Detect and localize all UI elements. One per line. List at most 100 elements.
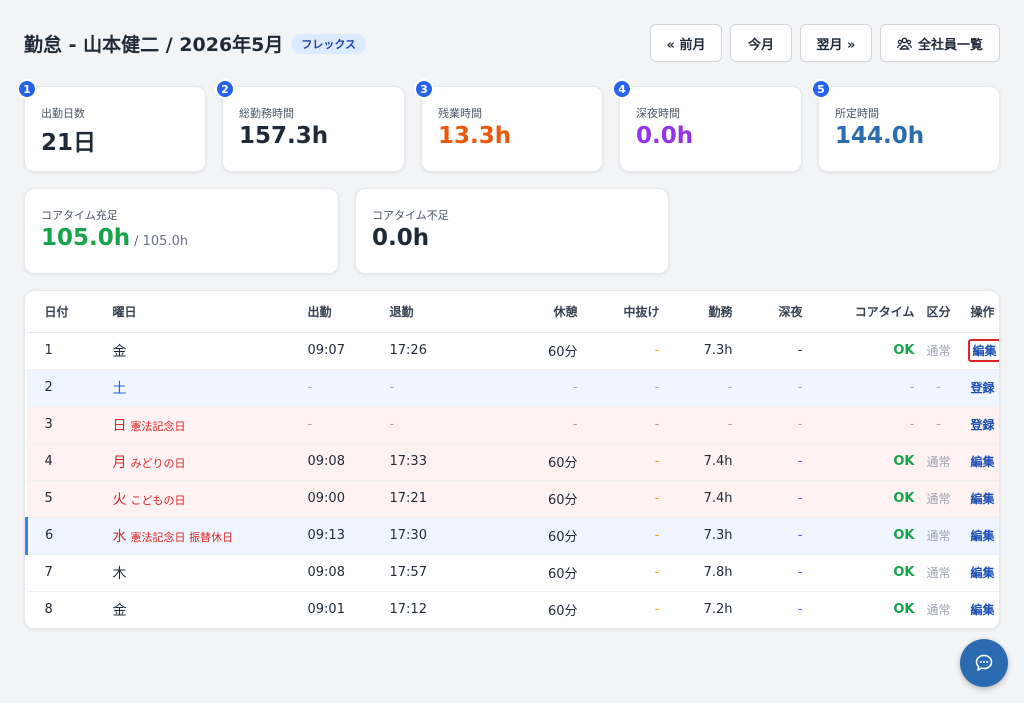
cell-away: -: [577, 480, 660, 518]
cell-break: 60分: [471, 554, 578, 592]
core-met-required: / 105.0h: [134, 234, 189, 249]
cell-dow: 月みどりの日: [112, 443, 308, 481]
dow-text: 金: [112, 602, 127, 619]
core-short-value: 0.0h: [372, 225, 430, 251]
col-action: 操作: [962, 291, 999, 333]
cell-out: 17:33: [389, 443, 472, 481]
page-header: 勤怠 - 山本健二 / 2026年5月 フレックス « 前月 今月 翌月 » 全社…: [24, 24, 1000, 62]
cell-dow: 土: [112, 369, 308, 407]
dow-text: 木: [112, 565, 127, 582]
table-row: 4 月みどりの日 09:08 17:33 60分 - 7.4h - OK 通常 …: [26, 443, 999, 481]
next-month-button[interactable]: 翌月 »: [799, 24, 872, 62]
col-core: コアタイム: [802, 291, 915, 333]
col-kubun: 区分: [914, 291, 963, 333]
cell-work: 7.4h: [659, 443, 733, 481]
cell-work: 7.8h: [659, 554, 733, 592]
cell-work: 7.4h: [659, 480, 733, 518]
edit-button[interactable]: 編集: [968, 339, 999, 362]
holiday-name: みどりの日: [130, 456, 186, 470]
edit-button[interactable]: 編集: [970, 455, 994, 469]
holiday-name: 憲法記念日 振替休日: [130, 530, 234, 544]
table-row: 5 火こどもの日 09:00 17:21 60分 - 7.4h - OK 通常 …: [26, 480, 999, 518]
cell-away: -: [577, 517, 660, 555]
cell-date: 2: [26, 369, 113, 407]
cell-in: 09:01: [307, 602, 345, 618]
cell-kubun: -: [914, 369, 963, 407]
col-away: 中抜け: [577, 291, 660, 333]
summary-card-overtime: 3 残業時間 13.3h: [414, 79, 603, 172]
summary-value: 0.0h: [636, 123, 694, 149]
cell-dow: 日憲法記念日: [112, 406, 308, 444]
summary-value: 21日: [41, 130, 97, 156]
cell-work: 7.2h: [703, 602, 733, 618]
cell-break: -: [471, 369, 578, 407]
cell-date: 5: [26, 480, 113, 518]
summary-value: 13.3h: [438, 123, 512, 149]
table-header-row: 日付 曜日 出勤 退勤 休憩 中抜け 勤務 深夜 コアタイム 区分 操作: [26, 291, 999, 333]
cell-kubun: -: [914, 406, 963, 444]
cell-dow: 金: [112, 332, 308, 370]
cell-out: 17:21: [389, 480, 472, 518]
core-short-label: コアタイム不足: [372, 209, 449, 222]
flex-badge: フレックス: [291, 34, 367, 54]
cell-core: -: [802, 369, 915, 407]
cell-break: 60分: [471, 332, 578, 370]
summary-num-badge: 4: [612, 79, 632, 99]
cell-kubun: 通常: [914, 517, 963, 555]
cell-action: 編集: [962, 517, 999, 555]
register-button[interactable]: 登録: [970, 381, 994, 395]
col-dow: 曜日: [112, 291, 308, 333]
cell-work: 7.3h: [659, 517, 733, 555]
cell-away: -: [577, 369, 660, 407]
cell-in: 09:07: [307, 332, 390, 370]
cell-out: 17:57: [389, 554, 472, 592]
table-row: 7 木 09:08 17:57 60分 - 7.8h - OK 通常 編集: [26, 554, 999, 592]
cell-night: -: [732, 480, 803, 518]
cell-night: -: [797, 602, 803, 618]
cell-out: 17:12: [389, 602, 427, 618]
cell-action: 編集: [962, 443, 999, 481]
cell-dow: 水憲法記念日 振替休日: [112, 517, 308, 555]
cell-core: OK: [802, 517, 915, 555]
cell-away: -: [577, 443, 660, 481]
summary-card-scheduled: 5 所定時間 144.0h: [811, 79, 1000, 172]
edit-button[interactable]: 編集: [970, 566, 994, 580]
col-out: 退勤: [389, 291, 472, 333]
core-met-card: コアタイム充足 105.0h/ 105.0h: [24, 188, 339, 274]
cell-core: OK: [802, 443, 915, 481]
summary-label: 総勤務時間: [239, 107, 294, 120]
table-row: 8 金 09:01 17:12 60分 - 7.2h - OK 通常 編集: [27, 591, 1000, 628]
register-button[interactable]: 登録: [970, 418, 994, 432]
edit-button[interactable]: 編集: [970, 529, 994, 543]
dow-text: 金: [112, 343, 127, 360]
this-month-button[interactable]: 今月: [729, 24, 792, 62]
all-employees-button[interactable]: 全社員一覧: [879, 24, 1000, 62]
cell-night: -: [732, 369, 803, 407]
all-employees-label: 全社員一覧: [917, 37, 983, 53]
col-in: 出勤: [307, 291, 390, 333]
prev-month-button[interactable]: « 前月: [649, 24, 722, 62]
month-nav: « 前月 今月 翌月 » 全社員一覧: [649, 24, 1000, 62]
cell-in: 09:08: [307, 554, 390, 592]
cell-core: -: [802, 406, 915, 444]
attendance-table-card: 日付 曜日 出勤 退勤 休憩 中抜け 勤務 深夜 コアタイム 区分 操作 1 金…: [24, 290, 1000, 629]
edit-button[interactable]: 編集: [970, 492, 994, 506]
cell-date: 4: [26, 443, 113, 481]
chat-button[interactable]: [960, 639, 1008, 687]
cell-out: -: [389, 406, 472, 444]
page-title-text: 勤怠 - 山本健二 / 2026年5月: [24, 34, 284, 56]
holiday-name: こどもの日: [130, 493, 186, 507]
edit-button[interactable]: 編集: [970, 603, 994, 617]
cell-work: -: [659, 406, 733, 444]
summary-num-badge: 1: [17, 79, 37, 99]
dow-text: 土: [112, 380, 127, 397]
cell-core: OK: [893, 602, 915, 618]
holiday-name: 憲法記念日: [130, 419, 186, 433]
summary-num-badge: 3: [414, 79, 434, 99]
core-short-card: コアタイム不足 0.0h: [355, 188, 669, 274]
core-met-number: 105.0h: [41, 225, 131, 251]
cell-night: -: [732, 406, 803, 444]
cell-action: 編集: [963, 591, 1000, 628]
cell-out: -: [389, 369, 472, 407]
cell-work: -: [659, 369, 733, 407]
